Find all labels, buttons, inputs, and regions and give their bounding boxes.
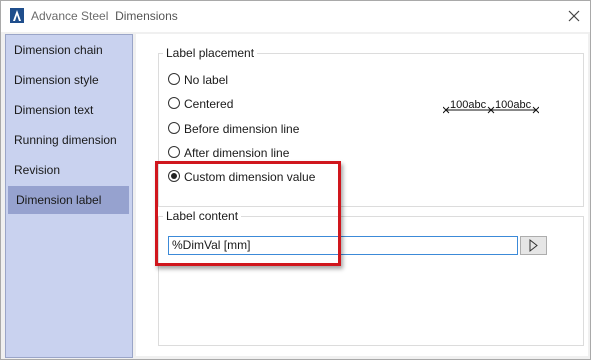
sidebar-item-dimension-style[interactable]: Dimension style	[6, 66, 130, 94]
radio-button[interactable]	[168, 122, 180, 134]
close-icon[interactable]	[564, 6, 584, 26]
sidebar-item-dimension-text[interactable]: Dimension text	[6, 96, 130, 124]
sidebar-item-dimension-chain[interactable]: Dimension chain	[6, 36, 130, 64]
window-title: Advance Steel Dimensions	[31, 9, 178, 23]
preview-text-right: 100abc	[495, 99, 532, 111]
radio-label: Centered	[184, 97, 234, 111]
app-name: Advance Steel	[31, 9, 109, 23]
sidebar-item-running-dimension[interactable]: Running dimension	[6, 126, 130, 154]
sidebar-item-dimension-label[interactable]: Dimension label	[8, 186, 129, 214]
sidebar: Dimension chain Dimension style Dimensio…	[5, 34, 133, 358]
title-bar: Advance Steel Dimensions	[1, 1, 590, 32]
radio-label: Custom dimension value	[184, 170, 316, 184]
radio-button[interactable]	[168, 146, 180, 158]
radio-button[interactable]	[168, 73, 180, 85]
play-icon	[529, 238, 538, 253]
radio-label: No label	[184, 73, 229, 87]
label-placement-title: Label placement	[163, 46, 258, 60]
radio-label: Before dimension line	[184, 122, 300, 136]
advance-steel-logo-icon	[10, 8, 24, 23]
insert-variable-button[interactable]	[520, 236, 547, 255]
radio-button[interactable]	[168, 97, 180, 109]
radio-label: After dimension line	[184, 146, 290, 160]
radio-button-checked[interactable]	[168, 170, 180, 182]
label-content-title: Label content	[163, 209, 242, 223]
preview-text-left: 100abc	[450, 99, 487, 111]
sidebar-item-revision[interactable]: Revision	[6, 156, 130, 184]
dialog-title: Dimensions	[115, 9, 178, 23]
label-content-input[interactable]: %DimVal [mm]	[168, 236, 518, 255]
dimension-preview: 100abc 100abc	[443, 99, 539, 114]
dialog-window: Advance Steel Dimensions Dimension chain…	[0, 0, 591, 360]
